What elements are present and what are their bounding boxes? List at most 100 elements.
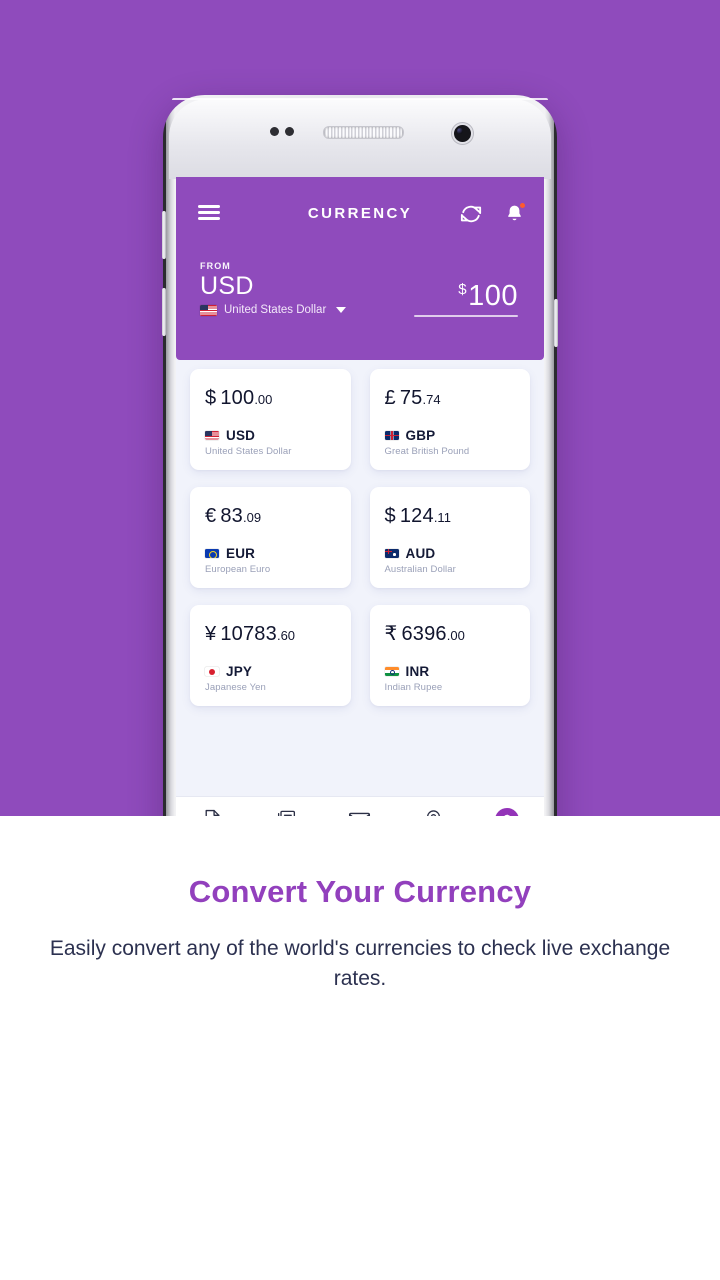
rate-amount: £75.74 [385, 387, 516, 411]
rate-card-inr[interactable]: ₹6396.00 INR Indian Rupee [369, 605, 530, 706]
rate-currency-name: United States Dollar [205, 446, 292, 457]
amount-input-group[interactable]: $100 [414, 275, 518, 317]
notification-badge-dot [520, 203, 525, 208]
chevron-down-icon[interactable] [336, 307, 347, 313]
rate-amount: €83.09 [205, 505, 336, 529]
bell-icon[interactable] [504, 203, 526, 225]
promo-subtitle: Easily convert any of the world's curren… [49, 937, 671, 990]
envelope-icon [323, 807, 397, 816]
phone-frame-highlight [172, 98, 548, 100]
from-currency-code: USD [200, 272, 254, 300]
rate-whole: 100 [220, 387, 255, 409]
volume-down-button[interactable] [162, 288, 166, 336]
rate-currency-symbol: $ [205, 387, 217, 409]
flag-eu-icon [205, 549, 219, 558]
rate-meta: EUR European Euro [205, 546, 336, 575]
nav-item-docs[interactable]: Docs [176, 807, 250, 816]
earpiece-speaker-icon [323, 126, 404, 139]
nav-item-currency[interactable]: $ Currency [470, 807, 544, 816]
rate-currency-symbol: $ [384, 505, 396, 527]
nav-item-message[interactable]: Message [323, 807, 397, 816]
rate-decimal: .74 [422, 392, 441, 407]
rate-decimal: .11 [433, 510, 451, 525]
rate-amount: ₹6396.00 [385, 623, 516, 647]
power-button[interactable] [554, 299, 558, 347]
volume-up-button[interactable] [162, 211, 166, 259]
amount-currency-symbol: $ [458, 281, 468, 298]
rate-currency-code: AUD [405, 546, 436, 561]
flag-us-icon [200, 304, 217, 316]
dollar-circle-icon: $ [470, 807, 544, 816]
from-currency-name-row[interactable]: United States Dollar [200, 304, 347, 316]
from-label: FROM [200, 261, 231, 271]
rate-whole: 75 [399, 387, 423, 409]
rate-decimal: .60 [276, 628, 296, 643]
amount-input-underline [414, 315, 518, 317]
bottom-navigation-bar: Docs Guide [176, 796, 544, 816]
rate-code-line: AUD [384, 546, 516, 561]
front-camera-icon [452, 123, 473, 144]
rate-card-aud[interactable]: $124.11 AUD Australian Dollar [369, 487, 530, 588]
rate-whole: 124 [399, 505, 434, 527]
rate-currency-name: Great British Pound [384, 446, 470, 457]
rate-currency-code: GBP [405, 428, 436, 443]
rate-meta: JPY Japanese Yen [205, 664, 336, 693]
light-sensor-icon [285, 127, 294, 136]
rate-code-line: INR [384, 664, 516, 679]
phone-bezel-top [169, 99, 551, 179]
promo-title: Convert Your Currency [188, 874, 532, 909]
rate-currency-code: USD [226, 428, 256, 443]
refresh-icon[interactable] [460, 203, 482, 225]
hero-purple-background: CURRENCY FROM USD United States Dollar $… [0, 0, 720, 816]
app-header: CURRENCY FROM USD United States Dollar $… [176, 177, 544, 360]
rate-decimal: .00 [446, 628, 465, 643]
nav-item-maps[interactable]: Maps [397, 807, 471, 816]
currency-badge: $ [495, 807, 520, 816]
rate-decimal: .00 [254, 392, 273, 407]
rate-currency-symbol: ₹ [384, 623, 398, 645]
document-icon [176, 807, 250, 816]
rate-amount: ¥10783.60 [205, 623, 336, 647]
from-currency-selector[interactable]: FROM USD United States Dollar [200, 261, 347, 316]
rate-whole: 10783 [220, 623, 277, 645]
phone-mockup: CURRENCY FROM USD United States Dollar $… [162, 95, 558, 816]
rate-currency-name: European Euro [205, 564, 271, 575]
rate-card-eur[interactable]: €83.09 EUR European Euro [190, 487, 351, 588]
rate-currency-symbol: £ [384, 387, 396, 409]
flag-jp-icon [205, 667, 219, 676]
rate-currency-symbol: € [205, 505, 217, 527]
rate-card-jpy[interactable]: ¥10783.60 JPY Japanese Yen [190, 605, 351, 706]
map-pin-icon [397, 807, 471, 816]
rate-code-line: JPY [205, 664, 336, 679]
rate-whole: 83 [220, 505, 243, 527]
rate-card-usd[interactable]: $100.00 USD United States Dollar [190, 369, 351, 470]
nav-item-guide[interactable]: Guide [250, 807, 324, 816]
rate-currency-code: INR [405, 664, 430, 679]
rate-meta: AUD Australian Dollar [384, 546, 516, 575]
rate-currency-name: Japanese Yen [205, 682, 266, 693]
rate-meta: GBP Great British Pound [384, 428, 516, 457]
rate-code-line: USD [205, 428, 336, 443]
flag-in-icon [384, 667, 399, 676]
rate-currency-name: Australian Dollar [384, 564, 456, 575]
book-icon [250, 807, 324, 816]
rate-amount: $124.11 [385, 505, 516, 529]
rate-whole: 6396 [401, 623, 447, 645]
rate-currency-code: EUR [226, 546, 256, 561]
promo-section: Convert Your Currency Easily convert any… [0, 816, 720, 994]
amount-display[interactable]: $100 [414, 275, 518, 311]
rate-card-gbp[interactable]: £75.74 GBP Great British Pound [369, 369, 530, 470]
rate-amount: $100.00 [205, 387, 336, 411]
rates-list: $100.00 USD United States Dollar £ 75.74… [176, 360, 544, 797]
flag-au-icon [384, 549, 399, 558]
rate-code-line: EUR [205, 546, 336, 561]
from-currency-name: United States Dollar [224, 304, 327, 316]
app-title: CURRENCY [307, 205, 413, 222]
app-header-toolbar: CURRENCY [176, 177, 544, 253]
rate-currency-symbol: ¥ [205, 623, 217, 645]
amount-value: 100 [468, 280, 518, 312]
rate-code-line: GBP [384, 428, 516, 443]
rate-decimal: .09 [242, 510, 262, 525]
proximity-sensor-icon [270, 127, 279, 136]
flag-gb-icon [384, 431, 399, 440]
